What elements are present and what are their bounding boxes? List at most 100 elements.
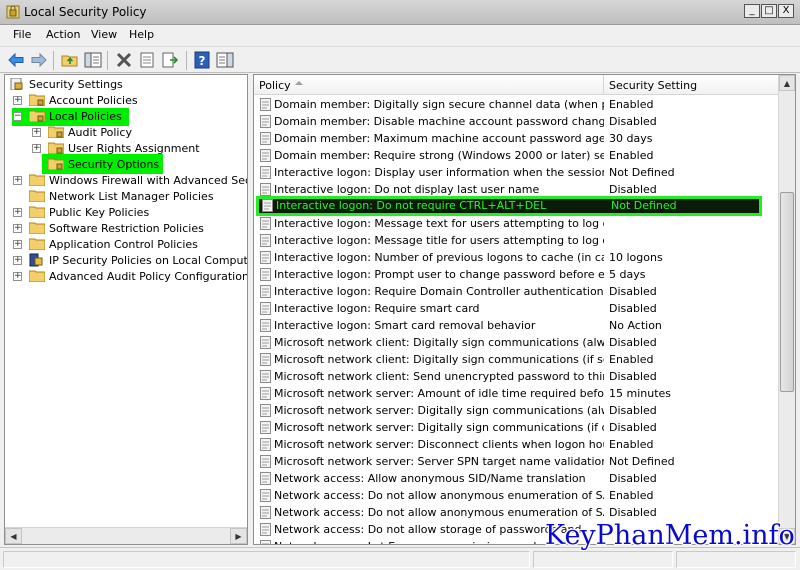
expand-icon[interactable]: + xyxy=(13,224,22,233)
security-setting-value: No Action xyxy=(609,319,662,332)
folder-icon xyxy=(29,222,45,234)
list-vertical-scrollbar[interactable]: ▲ ▼ xyxy=(778,75,795,544)
security-setting-value: 15 minutes xyxy=(609,387,672,400)
folder-icon xyxy=(29,238,45,250)
policy-name: Network access: Allow anonymous SID/Name… xyxy=(274,472,586,485)
policy-name: Microsoft network server: Digitally sign… xyxy=(274,404,604,417)
expand-icon[interactable]: + xyxy=(32,128,41,137)
policy-item-icon xyxy=(260,370,271,383)
scroll-left-arrow-icon[interactable]: ◀ xyxy=(5,528,22,544)
policy-item-icon xyxy=(260,489,271,502)
policy-row[interactable]: Microsoft network client: Digitally sign… xyxy=(254,351,779,368)
policy-row[interactable]: Interactive logon: Message title for use… xyxy=(254,232,779,249)
policy-row[interactable]: Interactive logon: Require smart card Dis… xyxy=(254,300,779,317)
expand-icon[interactable]: + xyxy=(32,144,41,153)
security-setting-value: Disabled xyxy=(609,336,657,349)
policy-item-icon xyxy=(260,234,271,247)
list-header: Policy Security Setting xyxy=(254,75,779,95)
security-setting-value: Enabled xyxy=(609,98,654,111)
policy-item-icon xyxy=(260,438,271,451)
security-settings-icon xyxy=(10,78,23,90)
properties-icon[interactable] xyxy=(138,51,156,69)
policy-row[interactable]: Microsoft network server: Digitally sign… xyxy=(254,419,779,436)
security-setting-value: Enabled xyxy=(609,489,654,502)
policy-row[interactable]: Interactive logon: Number of previous lo… xyxy=(254,249,779,266)
policy-row[interactable]: Interactive logon: Display user informat… xyxy=(254,164,779,181)
close-button[interactable]: X xyxy=(778,4,794,18)
policy-item-icon xyxy=(260,166,271,179)
policy-item-icon xyxy=(260,387,271,400)
expand-icon[interactable]: + xyxy=(13,272,22,281)
delete-icon[interactable] xyxy=(115,51,133,69)
scroll-right-arrow-icon[interactable]: ▶ xyxy=(230,528,247,544)
collapse-icon[interactable]: − xyxy=(13,112,22,121)
expand-icon[interactable]: + xyxy=(13,208,22,217)
policy-folder-icon xyxy=(29,110,45,122)
expand-icon[interactable]: + xyxy=(13,96,22,105)
scroll-up-arrow-icon[interactable]: ▲ xyxy=(779,75,795,91)
policy-name: Network access: Do not allow anonymous e… xyxy=(274,489,604,502)
security-setting-value: Disabled xyxy=(609,421,657,434)
help-icon[interactable]: ? xyxy=(193,51,211,69)
window-title: Local Security Policy xyxy=(24,5,147,19)
policy-name: Interactive logon: Do not display last u… xyxy=(274,183,540,196)
show-hide-action-pane-icon[interactable] xyxy=(216,51,234,69)
up-folder-icon[interactable] xyxy=(61,51,79,69)
policy-row[interactable]: Network access: Allow anonymous SID/Name… xyxy=(254,470,779,487)
policy-name: Domain member: Require strong (Windows 2… xyxy=(274,149,604,162)
menu-help[interactable]: Help xyxy=(129,28,154,41)
security-setting-value: 5 days xyxy=(609,268,646,281)
policy-row[interactable]: Network access: Do not allow anonymous e… xyxy=(254,487,779,504)
policy-row[interactable]: Microsoft network server: Server SPN tar… xyxy=(254,453,779,470)
column-divider[interactable] xyxy=(603,75,604,95)
policy-item-icon xyxy=(260,336,271,349)
security-setting-value: Enabled xyxy=(609,149,654,162)
policy-row[interactable]: Interactive logon: Require Domain Contro… xyxy=(254,283,779,300)
tree-label: Windows Firewall with Advanced Security xyxy=(49,174,247,187)
security-setting-value: Disabled xyxy=(609,404,657,417)
minimize-button[interactable]: _ xyxy=(744,4,760,18)
policy-row[interactable]: Interactive logon: Message text for user… xyxy=(254,215,779,232)
menu-view[interactable]: View xyxy=(91,28,117,41)
column-header-security-setting[interactable]: Security Setting xyxy=(609,79,697,92)
policy-row[interactable]: Domain member: Require strong (Windows 2… xyxy=(254,147,779,164)
menu-action[interactable]: Action xyxy=(46,28,80,41)
policy-name: Microsoft network client: Digitally sign… xyxy=(274,336,604,349)
policy-row[interactable]: Network access: Do not allow anonymous e… xyxy=(254,504,779,521)
policy-item-icon xyxy=(260,506,271,519)
status-cell xyxy=(676,551,796,568)
back-arrow-icon[interactable] xyxy=(7,51,25,69)
policy-item-icon xyxy=(260,115,271,128)
policy-row[interactable]: Microsoft network server: Disconnect cli… xyxy=(254,436,779,453)
policy-row[interactable]: Microsoft network server: Amount of idle… xyxy=(254,385,779,402)
security-setting-value: Disabled xyxy=(609,302,657,315)
policy-row[interactable]: Interactive logon: Smart card removal be… xyxy=(254,317,779,334)
policy-row[interactable]: Domain member: Disable machine account p… xyxy=(254,113,779,130)
menu-bar: File Action View Help xyxy=(0,25,800,46)
policy-row[interactable]: Microsoft network client: Digitally sign… xyxy=(254,334,779,351)
expand-icon[interactable]: + xyxy=(13,240,22,249)
expand-icon[interactable]: + xyxy=(13,256,22,265)
column-header-policy[interactable]: Policy xyxy=(259,79,291,92)
security-policy-icon xyxy=(6,5,20,19)
ip-security-icon xyxy=(29,253,43,267)
tree-label: Software Restriction Policies xyxy=(49,222,204,235)
policy-item-icon xyxy=(260,319,271,332)
policy-row[interactable]: Domain member: Digitally sign secure cha… xyxy=(254,96,779,113)
forward-arrow-icon[interactable] xyxy=(30,51,48,69)
menu-file[interactable]: File xyxy=(13,28,31,41)
maximize-button[interactable]: □ xyxy=(761,4,777,18)
selected-policy-row[interactable]: Interactive logon: Do not require CTRL+A… xyxy=(256,196,762,216)
export-list-icon[interactable] xyxy=(161,51,179,69)
tree-horizontal-scrollbar[interactable]: ◀ ▶ xyxy=(5,527,247,544)
expand-icon[interactable]: + xyxy=(13,176,22,185)
policy-row[interactable]: Interactive logon: Prompt user to change… xyxy=(254,266,779,283)
policy-item-icon xyxy=(260,421,271,434)
security-setting-value: Disabled xyxy=(609,370,657,383)
show-hide-tree-icon[interactable] xyxy=(84,51,102,69)
scroll-thumb[interactable] xyxy=(780,192,794,392)
policy-row[interactable]: Microsoft network server: Digitally sign… xyxy=(254,402,779,419)
policy-row[interactable]: Domain member: Maximum machine account p… xyxy=(254,130,779,147)
security-setting-value: 10 logons xyxy=(609,251,663,264)
policy-row[interactable]: Microsoft network client: Send unencrypt… xyxy=(254,368,779,385)
